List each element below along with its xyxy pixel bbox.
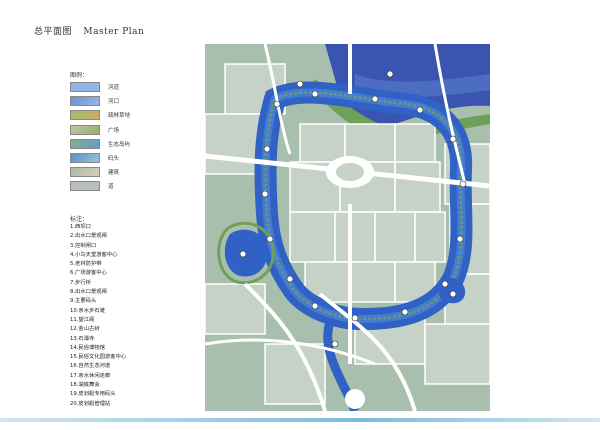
index-item: 14.民俗博物馆 [70,344,105,351]
index-item: 13.石潭寺 [70,335,95,342]
legend-label: 建筑 [108,170,120,177]
legend-label: 广场 [108,127,120,134]
legend-swatch [70,124,100,135]
legend-swatch [70,138,100,149]
legend-swatch [70,110,100,121]
master-plan-map[interactable] [204,43,491,413]
index-item: 2.出水口景观闸 [70,233,107,240]
legend-item: 河道 [70,80,130,94]
south-roundabout [345,389,365,409]
index-item: 7.步行桥 [70,279,91,286]
index-item: 5.老林防护带 [70,261,102,268]
index-item: 8.出水口景观闸 [70,289,107,296]
legend-label: 码头 [108,156,120,163]
index-item: 12.金山古树 [70,326,100,333]
legend-item: 建筑 [70,165,130,179]
index-item: 18.湖底舞会 [70,382,100,389]
legend-label: 道 [108,184,114,191]
index-list: 1.西坝口 2.出水口景观闸 3.控制闸口 4.小鸟天堂游客中心 5.老林防护带… [70,223,126,409]
legend-item: 河口 [70,94,130,108]
index-item: 11.望江阁 [70,316,95,323]
index-item: 15.民俗文化园游客中心 [70,354,127,361]
title-en: Master Plan [83,27,145,37]
legend-heading: 图例： [70,72,89,79]
index-item: 9.主要码头 [70,298,97,305]
index-item: 1.西坝口 [70,224,91,230]
index-item: 4.小鸟天堂游客中心 [70,251,118,258]
roundabout-island [336,163,364,181]
footer-band [0,418,600,422]
legend: 河道 河口 疏林草地 广场 生态岛屿 码头 建筑 道 [70,80,130,194]
legend-swatch [70,96,100,107]
legend-label: 河道 [108,85,120,92]
index-heading: 标注： [70,216,89,223]
legend-item: 码头 [70,151,130,165]
legend-label: 生态岛屿 [108,141,131,148]
legend-label: 疏林草地 [108,113,131,120]
legend-item: 广场 [70,123,130,137]
index-item: 20.皮划艇管理站 [70,400,111,407]
legend-item: 生态岛屿 [70,137,130,151]
index-item: 19.皮划艇专用码头 [70,391,116,398]
legend-swatch [70,153,100,164]
legend-item: 道 [70,179,130,193]
legend-swatch [70,181,100,192]
index-item: 3.控制闸口 [70,242,97,249]
legend-swatch [70,167,100,178]
page-title: 总平面图 Master Plan [34,24,144,37]
index-item: 10.亲水步石滩 [70,307,105,314]
map-canvas [204,43,491,413]
index-item: 16.自然生态河道 [70,363,111,370]
legend-swatch [70,82,100,93]
index-item: 17.亲水休闲走廊 [70,372,111,379]
legend-label: 河口 [108,99,120,106]
title-cn: 总平面图 [34,27,73,37]
legend-item: 疏林草地 [70,108,130,122]
index-item: 6.广场游客中心 [70,270,107,277]
